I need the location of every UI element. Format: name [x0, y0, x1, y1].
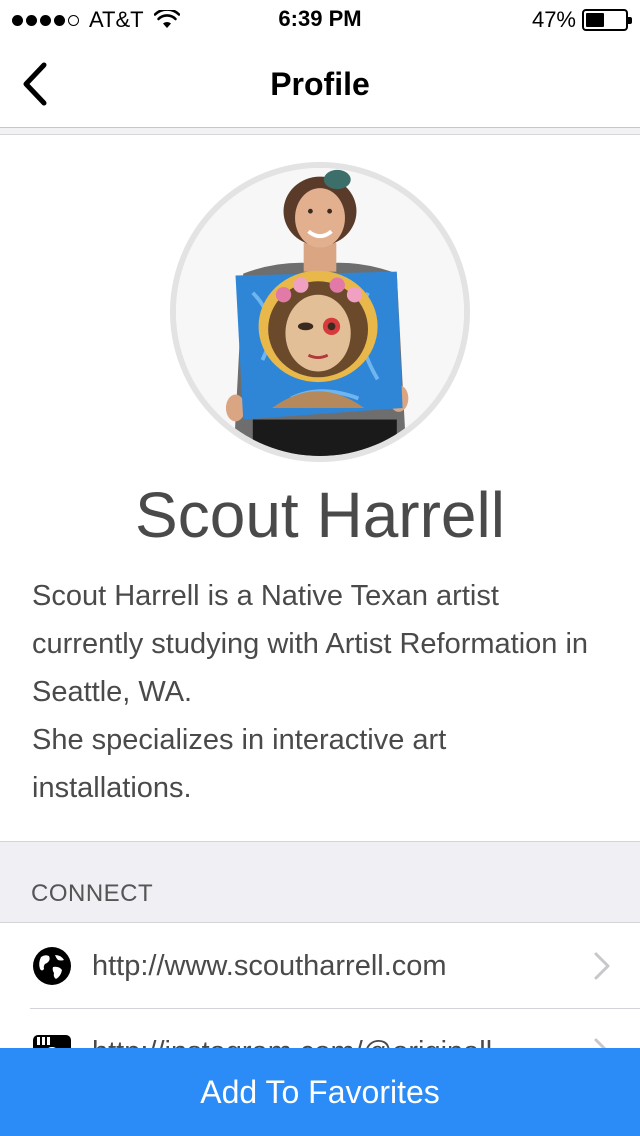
connect-section-header: CONNECT — [0, 841, 640, 923]
status-bar: AT&T 6:39 PM 47% — [0, 0, 640, 40]
battery-percent: 47% — [531, 7, 576, 32]
profile-name: Scout Harrell — [135, 479, 505, 551]
nav-divider — [0, 128, 640, 135]
globe-icon — [30, 944, 74, 988]
website-link-row[interactable]: http://www.scoutharrell.com — [0, 923, 640, 1009]
page-title: Profile — [270, 66, 370, 102]
connect-label: CONNECT — [31, 880, 154, 907]
add-to-favorites-button[interactable]: Add To Favorites — [0, 1048, 640, 1136]
profile-bio: Scout Harrell is a Native Texan artist c… — [32, 580, 589, 804]
navigation-bar: Profile — [0, 40, 640, 128]
battery-icon — [582, 9, 632, 31]
avatar-photo — [176, 168, 464, 456]
status-right: 47% — [531, 6, 632, 34]
website-link-text: http://www.scoutharrell.com — [92, 949, 447, 982]
chevron-right-icon — [594, 952, 610, 980]
profile-avatar — [170, 162, 470, 462]
